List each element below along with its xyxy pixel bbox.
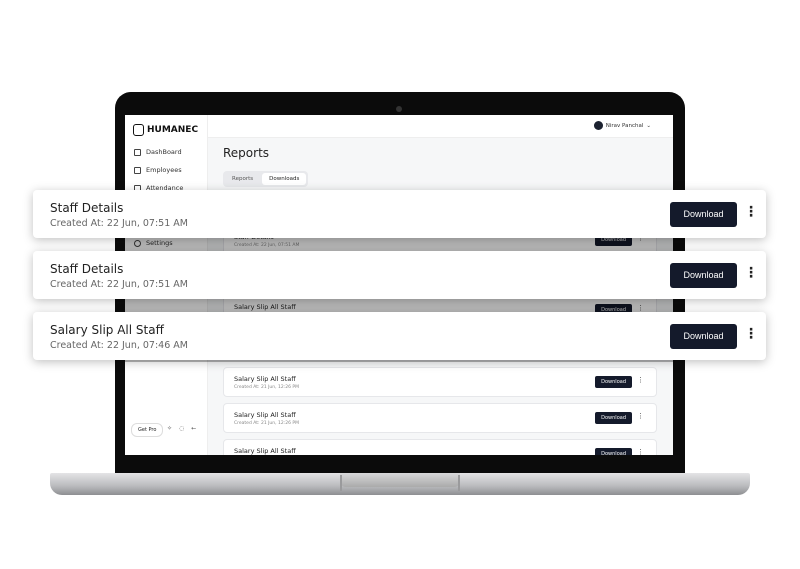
tabs: Reports Downloads [223, 171, 309, 187]
list-item: Salary Slip All Staff Created At: 21 Jun,… [223, 367, 657, 397]
sidebar-item-employees[interactable]: Employees [134, 166, 182, 174]
more-icon[interactable]: ⋮ [637, 376, 644, 384]
collapse-icon[interactable]: ← [191, 425, 196, 432]
grid-icon [134, 148, 141, 156]
help-icon[interactable]: ◌ [179, 425, 184, 432]
list-item: Salary Slip All Staff Created At: 21 Jun,… [223, 403, 657, 433]
sun-icon[interactable]: ✧ [167, 425, 172, 432]
topbar: Nirav Panchal ⌄ [208, 115, 673, 138]
user-menu[interactable]: Nirav Panchal ⌄ [593, 121, 651, 130]
logo-icon [133, 124, 144, 136]
list-item: Salary Slip All Staff Download ⋮ [223, 439, 657, 455]
download-button[interactable]: Download [670, 202, 737, 227]
tab-reports[interactable]: Reports [225, 173, 260, 185]
download-button[interactable]: Download [670, 324, 737, 349]
more-icon[interactable]: ⋮ [637, 448, 644, 455]
featured-card: Salary Slip All Staff Created At: 22 Jun,… [33, 312, 766, 360]
download-button[interactable]: Download [595, 376, 632, 388]
download-button[interactable]: Download [670, 263, 737, 288]
more-icon[interactable]: ⋮ [744, 326, 758, 342]
download-button[interactable]: Download [595, 448, 632, 455]
laptop-base [50, 473, 750, 495]
download-button[interactable]: Download [595, 412, 632, 424]
page-title: Reports [223, 146, 270, 160]
chevron-down-icon: ⌄ [646, 122, 651, 129]
camera [396, 106, 402, 112]
tab-downloads[interactable]: Downloads [262, 173, 307, 185]
featured-card: Staff Details Created At: 22 Jun, 07:51 A… [33, 190, 766, 238]
featured-card: Staff Details Created At: 22 Jun, 07:51 A… [33, 251, 766, 299]
avatar [593, 121, 603, 130]
more-icon[interactable]: ⋮ [744, 265, 758, 281]
more-icon[interactable]: ⋮ [744, 204, 758, 220]
users-icon [134, 166, 141, 174]
get-pro-button[interactable]: Get Pro [131, 423, 164, 437]
sidebar-item-dashboard[interactable]: DashBoard [134, 148, 182, 156]
logo: HUMANEC [133, 124, 198, 136]
more-icon[interactable]: ⋮ [637, 412, 644, 420]
